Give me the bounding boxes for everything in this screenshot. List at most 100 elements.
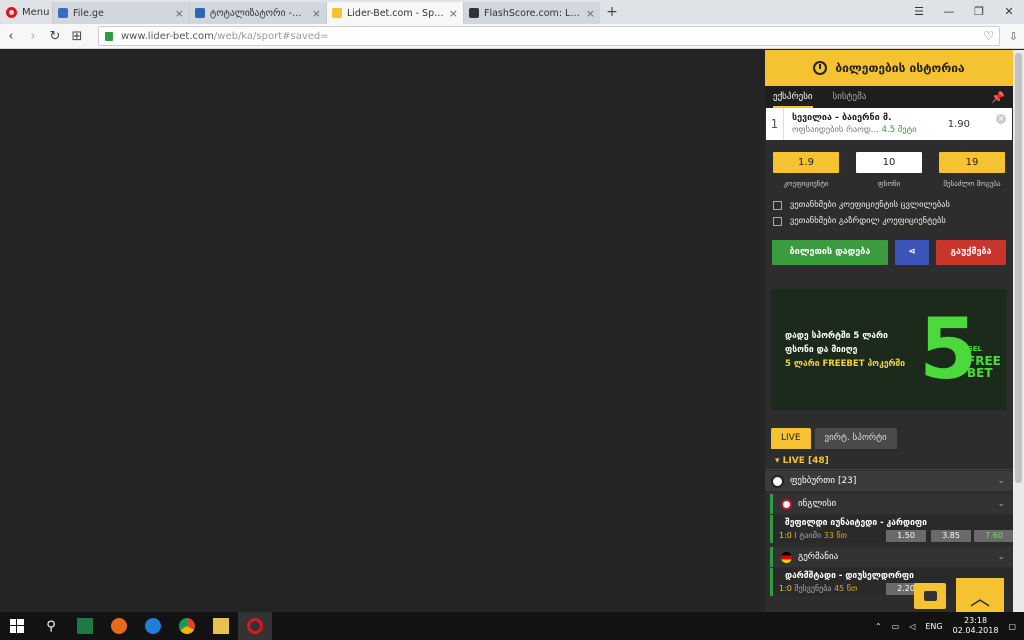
tab-flashscore[interactable]: FlashScore.com: Live Foot × (463, 2, 600, 24)
tab-title: FlashScore.com: Live Foot (484, 7, 581, 19)
opera-menu-button[interactable]: Menu (0, 0, 52, 24)
notifications-icon[interactable]: ▢ (1008, 622, 1016, 631)
odd-button[interactable]: 7.60 (974, 530, 1013, 542)
event-minute: 45 წთ (833, 584, 858, 593)
close-window-button[interactable]: ✕ (994, 0, 1024, 24)
opera-logo-icon (6, 6, 17, 18)
start-button[interactable] (0, 612, 34, 640)
new-tab-button[interactable]: + (600, 2, 624, 24)
cancel-button[interactable]: გაუქმება (936, 240, 1006, 265)
speed-dial-icon[interactable]: ⊞ (66, 29, 88, 44)
event-minute: 33 წთ (823, 531, 847, 540)
odd-button[interactable]: 1.50 (886, 530, 926, 542)
tab-system[interactable]: სისტემა (833, 92, 867, 102)
odd-button[interactable]: 3.85 (931, 530, 971, 542)
share-button[interactable]: ⋖ (895, 240, 929, 265)
tab-live[interactable]: LIVE (771, 428, 811, 449)
system-clock[interactable]: 23:18 02.04.2018 (953, 616, 999, 636)
stake-input[interactable]: 10 (856, 152, 922, 173)
tab-file-ge[interactable]: File.ge × (52, 2, 189, 24)
page-scrollbar[interactable] (1013, 50, 1024, 612)
volume-icon[interactable]: ◁ (909, 622, 915, 631)
taskbar-chrome[interactable] (170, 612, 204, 640)
clock-date: 02.04.2018 (952, 626, 999, 635)
opera-icon (247, 618, 263, 634)
close-tab-icon[interactable]: × (312, 7, 321, 20)
tab-totalizator[interactable]: ტოტალიზატორი -> თბ × (189, 2, 326, 24)
promo-banner[interactable]: დადე სპორტში 5 ლარი ფსონი და მიიღე 5 ლარ… (771, 289, 1007, 410)
bet-item: 1 სევილია - ბაიერნი მ. ოფსაიდების რაოდ..… (766, 108, 1012, 140)
history-clock-icon (813, 61, 828, 75)
taskbar-explorer[interactable] (204, 612, 238, 640)
chat-button[interactable] (914, 583, 946, 609)
windows-taskbar: ⚲ ⌃ ▭ ◁ ENG 23:18 02.04.2018 ▢ (0, 612, 1024, 640)
minimize-button[interactable]: — (934, 0, 964, 24)
close-tab-icon[interactable]: × (175, 7, 184, 20)
restore-button[interactable]: ❐ (964, 0, 994, 24)
bet-match: სევილია - ბაიერნი მ. (792, 113, 892, 123)
ticket-history-button[interactable]: ბილეთების ისტორია (765, 50, 1013, 86)
possible-win-value: 19 (939, 152, 1005, 173)
event-period: შესვენება (794, 584, 832, 593)
sport-row-football[interactable]: ფეხბურთი [23] ⌄ (765, 471, 1013, 491)
taskbar-edge[interactable] (136, 612, 170, 640)
tab-virtual-sport[interactable]: ვირტ. სპორტი (814, 428, 897, 449)
tab-menu-icon[interactable]: ☰ (904, 0, 934, 24)
coefficient-value: 1.9 (773, 152, 839, 173)
event-period: I ტაიმი (794, 531, 822, 540)
agree-higher-checkbox-row[interactable]: ვეთანხმები გაზრდილ კოეფიციენტებს (765, 216, 1013, 226)
menu-label: Menu (22, 6, 50, 18)
country-row-england[interactable]: ინგლისი ⌄ (770, 494, 1013, 514)
window-controls: ☰ — ❐ ✕ (904, 0, 1024, 24)
country-label: ინგლისი (798, 499, 837, 509)
football-icon (771, 474, 784, 488)
scroll-to-top-button[interactable]: ︿ (956, 578, 1004, 614)
bookmark-heart-icon[interactable]: ♡ (983, 29, 994, 43)
remove-bet-icon[interactable]: × (996, 114, 1006, 124)
chevron-down-icon: ⌄ (997, 552, 1005, 562)
taskbar-firefox[interactable] (102, 612, 136, 640)
chrome-icon (179, 618, 195, 634)
germany-flag-icon (781, 551, 792, 563)
close-tab-icon[interactable]: × (449, 7, 458, 20)
agree-higher-checkbox[interactable] (773, 216, 782, 226)
back-icon[interactable]: ‹ (0, 29, 22, 44)
event-name: შეფილდი იუნაიტედი - კარდიფი (785, 518, 927, 528)
download-icon[interactable]: ⇩ (1009, 30, 1018, 43)
england-flag-icon (781, 498, 792, 510)
tab-lider-bet[interactable]: Lider-Bet.com - Sports and × (326, 2, 463, 24)
search-button[interactable]: ⚲ (34, 612, 68, 640)
scrollbar-thumb[interactable] (1015, 53, 1022, 483)
possible-win-label: შესაძლო მოგება (943, 180, 1001, 188)
chevron-down-icon: ⌄ (997, 476, 1005, 486)
forward-icon[interactable]: › (22, 29, 44, 44)
bet-index: 1 (766, 108, 784, 140)
network-icon[interactable]: ▭ (892, 622, 900, 631)
search-icon: ⚲ (46, 618, 56, 634)
bet-market: ოფსაიდების რაოდ... (792, 125, 879, 135)
history-title: ბილეთების ისტორია (835, 61, 965, 75)
close-tab-icon[interactable]: × (586, 7, 595, 20)
tab-express[interactable]: ექსპრესი (773, 86, 813, 108)
flashscore-favicon-icon (469, 8, 479, 18)
live-header[interactable]: ▾ LIVE [48] (765, 452, 1013, 470)
event-score: 1:0 (779, 531, 792, 540)
event-score: 1:0 (779, 584, 792, 593)
language-indicator[interactable]: ENG (925, 622, 942, 631)
folder-icon (213, 618, 229, 634)
place-bet-button[interactable]: ბილეთის დადება (772, 240, 888, 265)
taskbar-excel[interactable] (68, 612, 102, 640)
clock-time: 23:18 (964, 616, 988, 625)
banner-line2: ფსონი და მიიღე (785, 345, 858, 355)
agree-change-checkbox-row[interactable]: ვეთანხმები კოეფიციენტის ცვლილებას (765, 200, 1013, 210)
reload-icon[interactable]: ↻ (44, 29, 66, 44)
url-field[interactable]: www.lider-bet.com /web/ka/sport#saved= (98, 26, 1000, 46)
tray-up-icon[interactable]: ⌃ (875, 622, 882, 631)
event-row[interactable]: შეფილდი იუნაიტედი - კარდიფი 1:0 I ტაიმი … (770, 515, 1013, 543)
country-row-germany[interactable]: გერმანია ⌄ (770, 547, 1013, 567)
pin-icon[interactable]: 📌 (991, 91, 1005, 104)
file-ge-favicon-icon (58, 8, 68, 18)
taskbar-opera[interactable] (238, 612, 272, 640)
agree-change-checkbox[interactable] (773, 200, 782, 210)
url-domain: www.lider-bet.com (121, 30, 214, 42)
